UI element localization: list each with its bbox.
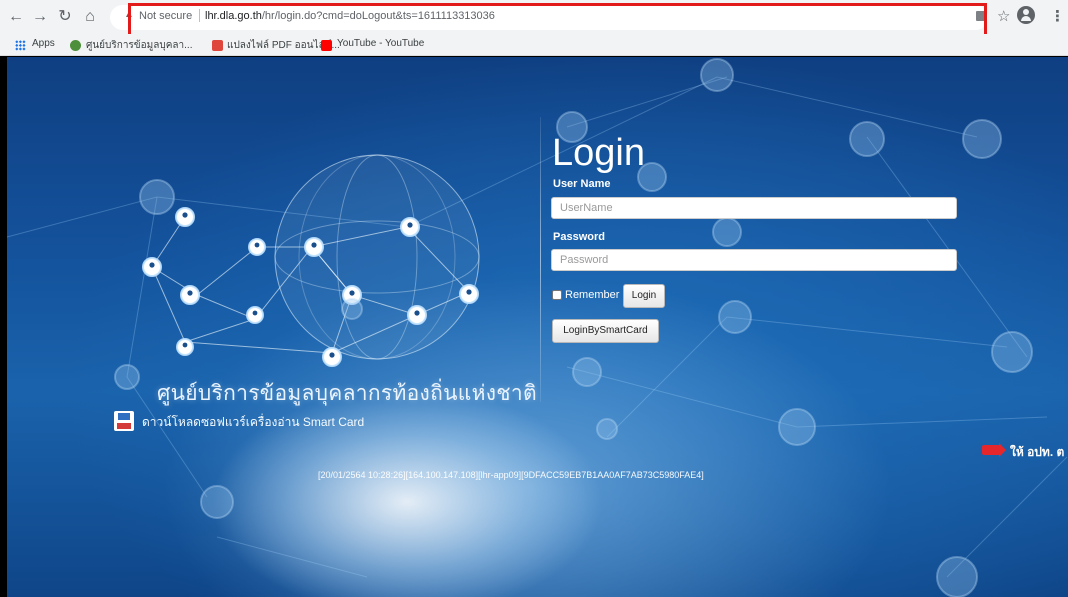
more-menu-icon[interactable]: ⋮ bbox=[1050, 7, 1065, 25]
login-divider bbox=[540, 117, 541, 402]
translate-icon[interactable] bbox=[976, 11, 986, 21]
url-host: lhr.dla.go.th bbox=[205, 10, 262, 22]
smartcard-login-button[interactable]: LoginBySmartCard bbox=[552, 319, 659, 343]
reload-icon[interactable]: ↻ bbox=[55, 7, 75, 27]
center-name-title: ศูนย์บริการข้อมูลบุคลากรท้องถิ่นแห่งชาติ bbox=[157, 382, 537, 405]
pdf-favicon-icon bbox=[212, 40, 223, 51]
password-label: Password bbox=[553, 231, 605, 243]
youtube-favicon-icon bbox=[321, 40, 332, 51]
username-label: User Name bbox=[553, 178, 611, 190]
bookmark-apps[interactable]: Apps bbox=[32, 38, 55, 49]
remember-checkbox[interactable] bbox=[552, 290, 562, 300]
remember-label[interactable]: Remember bbox=[565, 289, 619, 301]
login-title: Login bbox=[552, 132, 645, 174]
warning-icon[interactable]: ▲ bbox=[124, 10, 134, 20]
news-ticker-text[interactable]: ให้ อปท. ต bbox=[1010, 443, 1064, 462]
bookmark-item[interactable]: YouTube - YouTube bbox=[337, 38, 424, 49]
site-favicon-icon bbox=[70, 40, 81, 51]
browser-toolbar: ← → ↻ ⌂ ▲ Not secure lhr.dla.go.th/hr/lo… bbox=[0, 0, 1068, 34]
login-button[interactable]: Login bbox=[623, 284, 665, 308]
smartcard-download-link[interactable]: ดาวน์โหลดซอฟแวร์เครื่องอ่าน Smart Card bbox=[142, 413, 364, 432]
bookmark-item[interactable]: ศูนย์บริการข้อมูลบุคลา... bbox=[86, 38, 192, 53]
url-separator bbox=[199, 9, 200, 22]
forward-arrow-icon[interactable]: → bbox=[30, 7, 50, 27]
account-icon[interactable] bbox=[1017, 6, 1035, 24]
apps-grid-icon[interactable] bbox=[15, 40, 26, 51]
floppy-disk-icon bbox=[114, 411, 134, 431]
username-input[interactable] bbox=[551, 197, 957, 219]
home-icon[interactable]: ⌂ bbox=[80, 7, 100, 27]
back-arrow-icon[interactable]: ← bbox=[6, 7, 26, 27]
password-input[interactable] bbox=[551, 249, 957, 271]
bookmarks-bar: Apps ศูนย์บริการข้อมูลบุคลา... แปลงไฟล์ … bbox=[0, 34, 1068, 56]
network-background bbox=[7, 58, 1068, 597]
bookmark-star-icon[interactable]: ☆ bbox=[997, 7, 1010, 25]
session-info: [20/01/2564 10:28:26][164.100.147.108][l… bbox=[318, 470, 704, 480]
new-badge-icon bbox=[982, 443, 1006, 457]
login-page: ศูนย์บริการข้อมูลบุคลากรท้องถิ่นแห่งชาติ… bbox=[7, 57, 1068, 597]
url-path: /hr/login.do?cmd=doLogout&ts=16111133130… bbox=[261, 10, 495, 22]
security-indicator[interactable]: Not secure bbox=[139, 10, 192, 22]
url-text[interactable]: lhr.dla.go.th/hr/login.do?cmd=doLogout&t… bbox=[205, 10, 495, 22]
